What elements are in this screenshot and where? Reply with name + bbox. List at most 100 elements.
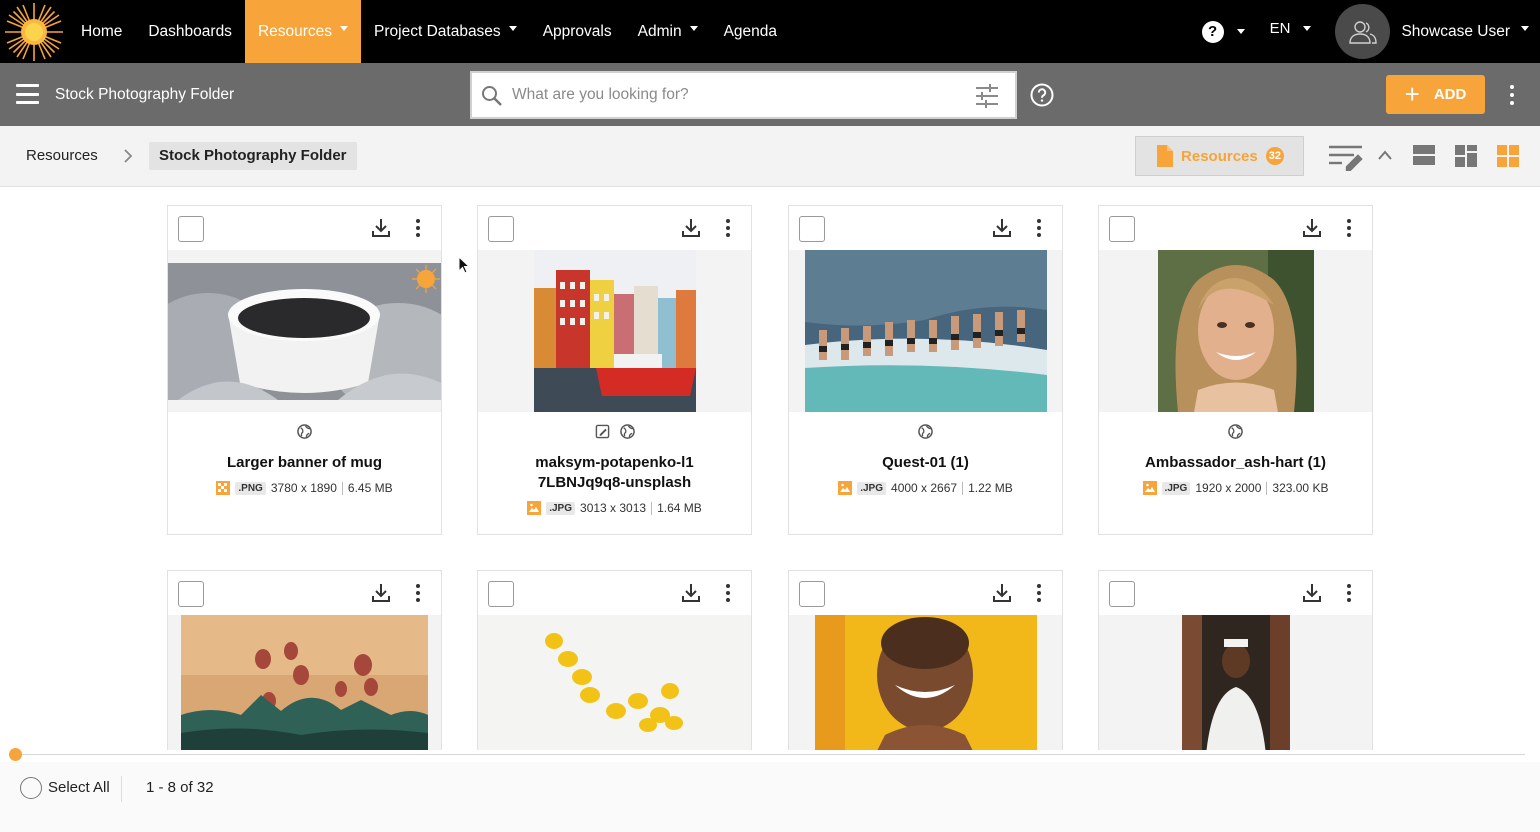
nav-home[interactable]: Home (68, 0, 135, 63)
download-icon[interactable] (992, 218, 1012, 238)
download-icon[interactable] (371, 218, 391, 238)
select-checkbox[interactable] (1109, 216, 1135, 242)
file-extension: .JPG (857, 481, 887, 495)
scroll-progress-track (15, 754, 1525, 755)
search-input[interactable] (512, 73, 952, 117)
card-title: Quest-01 (1) (882, 454, 969, 471)
resource-card[interactable] (477, 570, 752, 750)
grid-view-icon[interactable] (1497, 145, 1519, 167)
folder-toolbar: Stock Photography Folder + ADD (0, 63, 1540, 126)
card-menu-icon[interactable] (725, 584, 731, 602)
card-menu-icon[interactable] (1346, 584, 1352, 602)
caret-down-icon (1303, 26, 1312, 31)
resource-card[interactable]: Larger banner of mug .PNG 3780 x 1890 6.… (167, 205, 442, 535)
select-checkbox[interactable] (1109, 581, 1135, 607)
more-options-icon[interactable] (1502, 85, 1522, 105)
add-button[interactable]: + ADD (1386, 75, 1485, 114)
language-selector[interactable]: EN (1270, 20, 1312, 37)
resources-count-button[interactable]: Resources 32 (1135, 136, 1304, 176)
resource-card[interactable] (167, 570, 442, 750)
file-size: 1.64 MB (657, 501, 702, 515)
nav-dashboards-label: Dashboards (148, 22, 232, 40)
card-menu-icon[interactable] (415, 219, 421, 237)
file-size: 323.00 KB (1272, 481, 1329, 495)
nav-admin[interactable]: Admin (625, 0, 711, 63)
nav-approvals-label: Approvals (542, 22, 612, 40)
globe-icon (918, 424, 933, 439)
select-checkbox[interactable] (799, 581, 825, 607)
caret-down-icon (689, 26, 698, 31)
select-checkbox[interactable] (488, 581, 514, 607)
select-checkbox[interactable] (178, 581, 204, 607)
pagination-label: 1 - 8 of 32 (146, 779, 214, 796)
user-menu[interactable]: Showcase User (1335, 4, 1529, 59)
help-menu[interactable]: ? (1201, 20, 1245, 43)
list-view-icon[interactable] (1413, 145, 1435, 165)
resource-thumbnail[interactable] (168, 250, 441, 412)
plus-icon: + (1404, 78, 1420, 109)
select-checkbox[interactable] (178, 216, 204, 242)
download-icon[interactable] (1302, 583, 1322, 603)
menu-icon[interactable] (16, 84, 39, 104)
search-box (470, 71, 1017, 119)
scroll-progress-handle[interactable] (9, 748, 22, 761)
nav-agenda[interactable]: Agenda (711, 0, 790, 63)
caret-down-icon (1236, 29, 1245, 34)
resource-thumbnail[interactable] (168, 615, 441, 750)
resource-card[interactable]: Quest-01 (1) .JPG 4000 x 2667 1.22 MB (788, 205, 1063, 535)
resource-thumbnail[interactable] (789, 250, 1062, 412)
resource-grid: Larger banner of mug .PNG 3780 x 1890 6.… (167, 205, 1373, 750)
card-menu-icon[interactable] (1036, 584, 1042, 602)
add-button-label: ADD (1433, 86, 1467, 103)
download-icon[interactable] (371, 583, 391, 603)
resource-thumbnail[interactable] (789, 615, 1062, 750)
nav-resources[interactable]: Resources (244, 0, 362, 63)
sun-logo-icon[interactable] (0, 0, 68, 63)
select-checkbox[interactable] (488, 216, 514, 242)
select-all-label[interactable]: Select All (48, 779, 110, 796)
caret-down-icon (340, 26, 349, 31)
card-title: Ambassador_ash-hart (1) (1145, 454, 1326, 471)
balloons-image (181, 615, 428, 750)
nav-approvals[interactable]: Approvals (530, 0, 625, 63)
globe-icon (619, 424, 635, 439)
resource-card[interactable] (1098, 570, 1373, 750)
sort-edit-icon[interactable] (1328, 143, 1364, 171)
man-portrait-image (1181, 615, 1290, 750)
footer-bar: Select All 1 - 8 of 32 (0, 762, 1540, 832)
resource-thumbnail[interactable] (1099, 250, 1372, 412)
image-file-icon (1142, 481, 1157, 495)
search-icon (482, 86, 502, 106)
nav-project-databases-label: Project Databases (374, 22, 501, 40)
nav-dashboards[interactable]: Dashboards (135, 0, 245, 63)
breadcrumb-current: Stock Photography Folder (149, 142, 357, 170)
file-dimensions: 1920 x 2000 (1195, 481, 1262, 495)
search-help-icon[interactable] (1030, 83, 1054, 107)
download-icon[interactable] (1302, 218, 1322, 238)
card-menu-icon[interactable] (1346, 219, 1352, 237)
filter-settings-icon[interactable] (975, 84, 999, 108)
masonry-view-icon[interactable] (1455, 145, 1477, 167)
breadcrumb-root[interactable]: Resources (26, 126, 98, 186)
download-icon[interactable] (681, 583, 701, 603)
select-all-radio[interactable] (20, 777, 42, 799)
download-icon[interactable] (992, 583, 1012, 603)
help-icon-symbol: ? (1208, 23, 1218, 40)
card-menu-icon[interactable] (725, 219, 731, 237)
download-icon[interactable] (681, 218, 701, 238)
globe-icon (1228, 424, 1243, 439)
resource-card[interactable] (788, 570, 1063, 750)
resource-card[interactable]: maksym-potapenko-l17LBNJq9q8-unsplash .J… (477, 205, 752, 535)
resource-thumbnail[interactable] (1099, 615, 1372, 750)
card-menu-icon[interactable] (1036, 219, 1042, 237)
file-size: 6.45 MB (347, 481, 393, 495)
nav-home-label: Home (81, 22, 123, 40)
nav-project-databases[interactable]: Project Databases (361, 0, 530, 63)
card-menu-icon[interactable] (415, 584, 421, 602)
resource-thumbnail[interactable] (478, 615, 751, 750)
chevron-up-icon[interactable] (1378, 150, 1392, 160)
folder-title: Stock Photography Folder (55, 86, 235, 103)
resource-card[interactable]: Ambassador_ash-hart (1) .JPG 1920 x 2000… (1098, 205, 1373, 535)
resource-thumbnail[interactable] (478, 250, 751, 412)
select-checkbox[interactable] (799, 216, 825, 242)
